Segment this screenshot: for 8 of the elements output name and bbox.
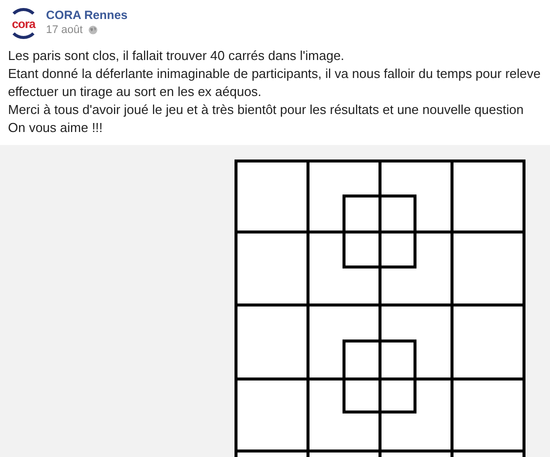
post-text: Les paris sont clos, il fallait trouver 40 carrés dans l'image. bbox=[8, 47, 346, 65]
post-text: Merci à tous d'avoir joué le jeu et à très bientôt pour les résultats et une nouvelle question bbox=[8, 101, 525, 119]
globe-icon bbox=[88, 25, 98, 35]
post-text: effectuer un tirage au sort en les ex aéquos. bbox=[8, 83, 262, 101]
page-name-link[interactable]: CORA Rennes bbox=[46, 8, 128, 22]
post-text: Etant donné la déferlante inimaginable de participants, il va nous falloir du temps pour releve bbox=[8, 65, 542, 83]
post-date-link[interactable]: 17 août bbox=[46, 24, 83, 36]
post-text: On vous aime !!! bbox=[8, 119, 104, 137]
